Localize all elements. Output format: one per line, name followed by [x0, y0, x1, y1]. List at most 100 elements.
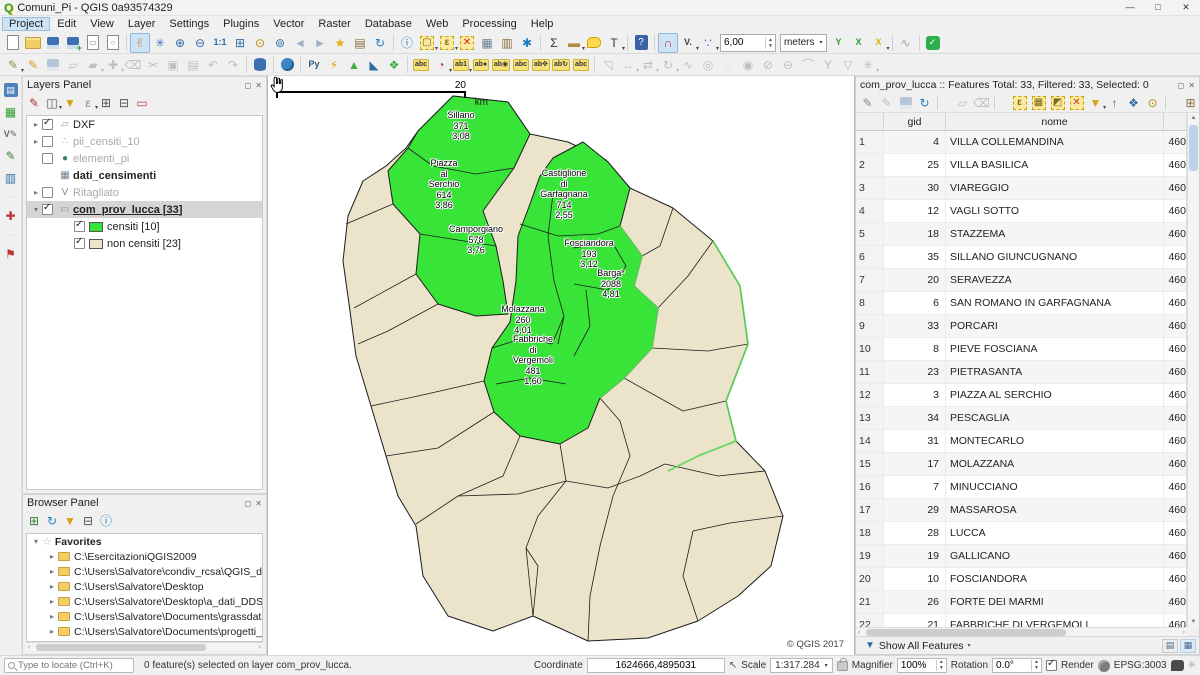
table-row[interactable]: 9 33 PORCARI 460: [856, 315, 1186, 338]
legend-non-censiti[interactable]: non censiti [23]: [27, 235, 262, 252]
table-row[interactable]: 6 35 SILLANO GIUNCUGNANO 460: [856, 246, 1186, 269]
labeling-options-icon[interactable]: ab1: [451, 55, 471, 75]
fill-ring-icon[interactable]: ◉: [738, 55, 758, 75]
save-project-icon[interactable]: [43, 33, 63, 53]
save-project-as-icon[interactable]: +: [63, 33, 83, 53]
plugin-profile-icon[interactable]: ◣: [364, 55, 384, 75]
snapping-icon[interactable]: ∩: [658, 33, 678, 53]
multiedit-mode-icon[interactable]: ✎: [877, 93, 896, 112]
rotate-point-symbols-icon[interactable]: ✳: [858, 55, 878, 75]
statistical-summary-icon[interactable]: Σ: [544, 33, 564, 53]
python-console-icon[interactable]: Py: [304, 55, 324, 75]
table-row[interactable]: 12 3 PIAZZA AL SERCHIO 460: [856, 384, 1186, 407]
expander-icon[interactable]: ▸: [46, 597, 58, 606]
close-panel-icon[interactable]: ✕: [255, 499, 262, 508]
locate-search-box[interactable]: [4, 658, 134, 673]
legend-censiti[interactable]: censiti [10]: [27, 218, 262, 235]
zoom-last-icon[interactable]: ◄: [290, 33, 310, 53]
redo-icon[interactable]: ↷: [223, 55, 243, 75]
show-all-features-button[interactable]: ▼ Show All Features ▾: [859, 639, 977, 653]
table-row[interactable]: 17 29 MASSAROSA 460: [856, 499, 1186, 522]
table-row[interactable]: 15 17 MOLAZZANA 460: [856, 453, 1186, 476]
table-row[interactable]: 3 30 VIAREGGIO 460: [856, 177, 1186, 200]
filter-browser-icon[interactable]: ▼: [61, 512, 79, 530]
rotation-input[interactable]: [993, 660, 1031, 671]
add-mssql-layer-icon[interactable]: ▥: [1, 168, 21, 188]
layer-checkbox[interactable]: [42, 119, 53, 130]
scale-select[interactable]: 1:317.284 ▾: [770, 658, 833, 673]
save-layer-edits-icon[interactable]: [43, 55, 63, 75]
map-canvas[interactable]: 0 20 km Sillano3713,08PiazzaalSerchio614…: [267, 76, 855, 655]
float-panel-icon[interactable]: ◻: [1178, 81, 1185, 90]
menu-item[interactable]: Edit: [50, 17, 83, 31]
spinner-arrows-icon[interactable]: ▲▼: [936, 660, 946, 671]
paste-features-icon[interactable]: ▤: [183, 55, 203, 75]
open-attribute-table-icon[interactable]: ▦: [477, 33, 497, 53]
side-toolbar-icon[interactable]: [3, 228, 19, 242]
layer-checkbox[interactable]: [42, 187, 53, 198]
simplify-feature-icon[interactable]: ∿: [678, 55, 698, 75]
browser-folder[interactable]: ▸ ☆ C:\Users\Salvatore\condiv_rcsa\QGIS_…: [27, 564, 262, 579]
table-row[interactable]: 20 10 FOSCIANDORA 460: [856, 568, 1186, 591]
render-checkbox[interactable]: [1046, 660, 1057, 671]
add-db-layer-icon[interactable]: ▦: [1, 102, 21, 122]
col-extra-header[interactable]: [1164, 113, 1187, 130]
close-panel-icon[interactable]: ✕: [1188, 81, 1195, 90]
expander-icon[interactable]: ▸: [30, 137, 42, 146]
layer-checkbox[interactable]: [42, 136, 53, 147]
data-source-manager-icon[interactable]: ▤: [1, 80, 21, 100]
expander-icon[interactable]: ▸: [46, 627, 58, 636]
elevation-profile-icon[interactable]: ∿: [896, 33, 916, 53]
expander-icon[interactable]: ▸: [46, 567, 58, 576]
layer-pii-censiti[interactable]: ▸ ∴ pii_censiti_10: [27, 133, 262, 150]
remove-layer-icon[interactable]: ▭: [133, 94, 151, 112]
menu-item[interactable]: Web: [419, 17, 455, 31]
plugin-terrain-icon[interactable]: ▲: [344, 55, 364, 75]
gps-crosshair-icon[interactable]: ✚: [1, 206, 21, 226]
plugin-lightning-icon[interactable]: ⚡: [324, 55, 344, 75]
table-row[interactable]: 18 28 LUCCA 460: [856, 522, 1186, 545]
zoom-full-icon[interactable]: ⊞: [230, 33, 250, 53]
move-selection-top-icon[interactable]: ↑: [1105, 93, 1124, 112]
add-record-icon[interactable]: ▱: [63, 55, 83, 75]
split-features-icon[interactable]: Y: [818, 55, 838, 75]
attribute-hscrollbar[interactable]: ‹ ›: [856, 627, 1187, 636]
browser-hscrollbar[interactable]: ‹ ›: [26, 642, 263, 651]
snapping-tolerance-input[interactable]: ▲▼: [720, 34, 776, 52]
layer-com-prov-lucca[interactable]: ▾ ▭ com_prov_lucca [33]: [27, 201, 262, 218]
coordinate-input[interactable]: [593, 660, 719, 671]
mouse-position-icon[interactable]: ↖: [729, 660, 737, 671]
select-all-icon[interactable]: ▦: [1029, 93, 1048, 112]
table-row[interactable]: 11 23 PIETR​ASANTA 460: [856, 361, 1186, 384]
copy-features-icon[interactable]: ▣: [163, 55, 183, 75]
table-row[interactable]: 14 31 MONTECARLO 460: [856, 430, 1186, 453]
copy-move-feature-icon[interactable]: ⇄: [638, 55, 658, 75]
layer-diagram-icon[interactable]: ◔: [431, 55, 451, 75]
save-table-edits-icon[interactable]: [896, 93, 915, 112]
menu-item[interactable]: Processing: [455, 17, 523, 31]
layer-dxf[interactable]: ▸ ▱ DXF: [27, 116, 262, 133]
layer-elementi-pi[interactable]: ● elementi_pi: [27, 150, 262, 167]
manage-map-themes-icon[interactable]: ◫: [43, 94, 61, 112]
new-project-icon[interactable]: [3, 33, 23, 53]
filter-legend-icon[interactable]: ▼: [61, 94, 79, 112]
zoom-in-icon[interactable]: ⊕: [170, 33, 190, 53]
move-label-icon[interactable]: ab✥: [531, 55, 551, 75]
current-edits-icon[interactable]: ✎: [3, 55, 23, 75]
move-feature-icon[interactable]: ↔: [618, 55, 638, 75]
messages-icon[interactable]: [1171, 660, 1184, 671]
epsg-code[interactable]: EPSG:3003: [1114, 660, 1167, 671]
properties-browser-icon[interactable]: ⓘ: [97, 512, 115, 530]
coordinate-box[interactable]: [587, 658, 725, 673]
expander-icon[interactable]: ▸: [46, 582, 58, 591]
zoom-out-icon[interactable]: ⊖: [190, 33, 210, 53]
new-print-layout-icon[interactable]: ▭: [83, 33, 103, 53]
table-view-toggle[interactable]: ▦: [1180, 639, 1196, 653]
lock-scale-icon[interactable]: [837, 661, 848, 671]
close-button[interactable]: ✕: [1172, 0, 1200, 15]
zoom-to-layer-icon[interactable]: ⊚: [270, 33, 290, 53]
attribute-vscrollbar[interactable]: ▲ ▼: [1187, 113, 1199, 627]
add-feature-icon[interactable]: ▰: [83, 55, 103, 75]
vertex-tool-icon[interactable]: ✚: [103, 55, 123, 75]
magnifier-spinner[interactable]: ▲▼: [897, 658, 947, 673]
